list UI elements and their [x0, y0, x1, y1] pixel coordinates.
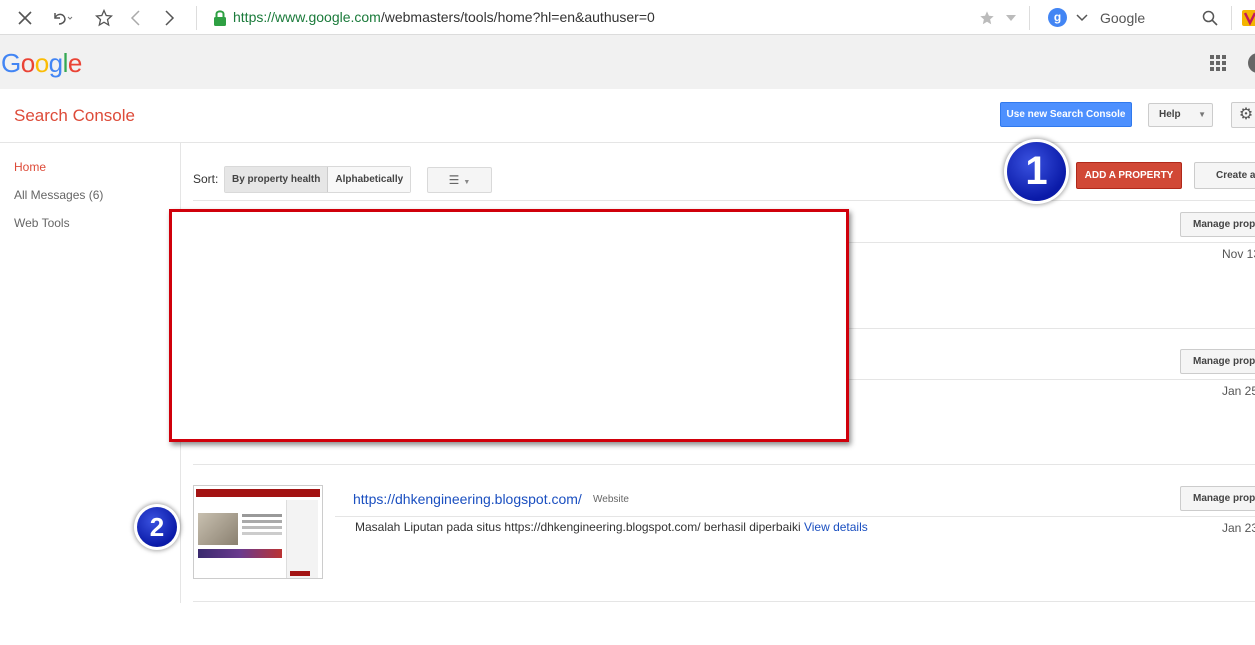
lock-icon	[208, 6, 232, 30]
logo-letter: e	[67, 48, 82, 78]
extension-icon[interactable]	[1238, 6, 1255, 30]
site-thumbnail[interactable]	[193, 485, 323, 579]
caret-down-icon: ▼	[463, 179, 471, 186]
url-host: https://www.google.com	[233, 9, 381, 25]
toolbar-divider	[1231, 6, 1232, 30]
sort-label: Sort:	[193, 172, 219, 186]
sort-toggle-group: By property health Alphabetically	[224, 166, 412, 193]
gear-icon: ⚙	[1238, 106, 1254, 123]
property-message: Masalah Liputan pada situs https://dhken…	[355, 520, 868, 534]
property-date: Nov 13	[1222, 247, 1255, 261]
view-details-link[interactable]: View details	[804, 520, 868, 534]
forward-icon[interactable]	[157, 6, 181, 30]
step-badge-1: 1	[1007, 142, 1066, 201]
google-header: Google	[0, 35, 1255, 89]
logo-letter: G	[1, 48, 21, 78]
sidebar-item-all-messages[interactable]: All Messages (6)	[14, 188, 103, 202]
sidebar-item-home[interactable]: Home	[14, 160, 46, 174]
bookmark-page-star-icon[interactable]	[975, 6, 999, 30]
sort-alphabetically-button[interactable]: Alphabetically	[328, 167, 411, 192]
row-divider	[193, 200, 1255, 201]
search-icon[interactable]	[1198, 6, 1222, 30]
help-button[interactable]: Help ▼	[1148, 103, 1213, 127]
bookmark-star-icon[interactable]	[92, 6, 116, 30]
sidebar-item-web-tools[interactable]: Web Tools	[14, 216, 70, 230]
logo-letter: o	[34, 48, 49, 78]
step-badge-2: 2	[137, 507, 177, 547]
list-view-icon: ☰	[448, 173, 460, 187]
avatar[interactable]	[1248, 53, 1255, 73]
address-bar[interactable]: https://www.google.com/webmasters/tools/…	[233, 9, 655, 25]
property-type-label: Website	[593, 494, 629, 505]
url-path: /webmasters/tools/home?hl=en&authuser=0	[380, 9, 655, 25]
toolbar-divider	[196, 6, 197, 30]
apps-grid-icon[interactable]	[1210, 55, 1226, 71]
settings-button[interactable]: ⚙	[1231, 102, 1255, 128]
help-label: Help	[1159, 109, 1181, 120]
caret-down-icon: ▼	[1198, 110, 1206, 119]
row-divider	[193, 464, 1255, 465]
view-mode-button[interactable]: ☰ ▼	[427, 167, 492, 193]
use-new-search-console-button[interactable]: Use new Search Console	[1000, 102, 1132, 127]
row-divider	[193, 601, 1255, 602]
google-logo[interactable]: Google	[1, 48, 82, 79]
header-divider	[0, 142, 1255, 143]
undo-icon[interactable]	[50, 6, 74, 30]
property-date: Jan 23	[1222, 521, 1255, 535]
toolbar-divider	[1029, 6, 1030, 30]
logo-letter: g	[48, 48, 63, 78]
page-title[interactable]: Search Console	[14, 106, 135, 126]
manage-property-button[interactable]: Manage prop	[1180, 486, 1255, 511]
dropdown-caret-icon[interactable]	[999, 6, 1023, 30]
back-icon[interactable]	[124, 6, 148, 30]
manage-property-button[interactable]: Manage prop	[1180, 349, 1255, 374]
sort-by-property-health-button[interactable]: By property health	[225, 167, 329, 192]
message-text: Masalah Liputan pada situs https://dhken…	[355, 520, 804, 534]
redaction-box	[169, 209, 849, 442]
browser-toolbar: https://www.google.com/webmasters/tools/…	[0, 0, 1255, 35]
property-date: Jan 25	[1222, 384, 1255, 398]
create-button[interactable]: Create a	[1194, 162, 1255, 189]
property-url-link[interactable]: https://dhkengineering.blogspot.com/	[353, 491, 582, 507]
logo-letter: o	[20, 48, 35, 78]
row-divider	[335, 516, 1255, 517]
search-engine-icon[interactable]: g	[1048, 8, 1067, 27]
search-engine-label[interactable]: Google	[1100, 10, 1145, 26]
chevron-down-icon[interactable]	[1070, 6, 1094, 30]
close-icon[interactable]	[13, 6, 37, 30]
add-property-button[interactable]: ADD A PROPERTY	[1076, 162, 1182, 189]
manage-property-button[interactable]: Manage prop	[1180, 212, 1255, 237]
